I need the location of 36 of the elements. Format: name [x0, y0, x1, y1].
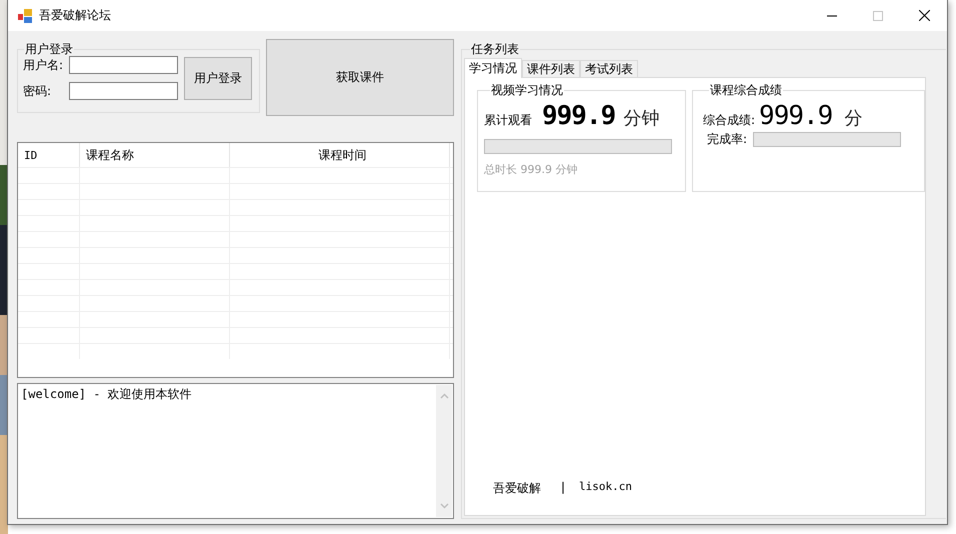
- unit-label: 分: [844, 107, 862, 130]
- group-title: 用户登录: [24, 41, 74, 58]
- maximize-icon: [873, 10, 883, 20]
- scrollbar[interactable]: [436, 385, 452, 517]
- total-duration: 总时长 999.9 分钟: [484, 162, 578, 177]
- app-icon: [18, 8, 32, 22]
- username-label: 用户名:: [23, 56, 64, 74]
- close-icon: [918, 10, 930, 21]
- log-text: [welcome] - 欢迎使用本软件: [21, 386, 192, 403]
- column-header[interactable]: 课程时间: [230, 143, 450, 167]
- column-header[interactable]: 课程名称: [80, 143, 230, 167]
- window-title: 吾爱破解论坛: [39, 7, 111, 24]
- fetch-courses-button[interactable]: 获取课件: [266, 39, 454, 116]
- score-value: 999.9: [759, 101, 832, 131]
- tab[interactable]: 课件列表: [522, 60, 580, 77]
- login-button[interactable]: 用户登录: [184, 56, 252, 100]
- password-label: 密码:: [23, 82, 52, 100]
- watched-label: 累计观看: [484, 112, 532, 129]
- unit-label: 分钟: [623, 107, 660, 130]
- log-box[interactable]: [welcome] - 欢迎使用本软件: [17, 383, 454, 519]
- watched-value: 999.9: [542, 101, 616, 131]
- username-field[interactable]: [69, 56, 178, 74]
- group-title: 任务列表: [470, 41, 520, 58]
- brand-text: 吾爱破解: [493, 480, 541, 497]
- column-header[interactable]: ID: [18, 143, 80, 167]
- password-field[interactable]: [69, 82, 178, 100]
- group-title: 视频学习情况: [490, 82, 564, 99]
- separator-text: |: [561, 480, 566, 496]
- site-text: lisok.cn: [579, 480, 632, 495]
- tab[interactable]: 学习情况: [464, 58, 522, 78]
- scroll-up-icon[interactable]: [440, 393, 448, 399]
- group-title: 课程综合成绩: [709, 82, 783, 99]
- completion-label: 完成率:: [707, 131, 748, 148]
- score-label: 综合成绩:: [703, 112, 756, 129]
- scroll-down-icon[interactable]: [440, 503, 448, 509]
- tab[interactable]: 考试列表: [580, 60, 638, 77]
